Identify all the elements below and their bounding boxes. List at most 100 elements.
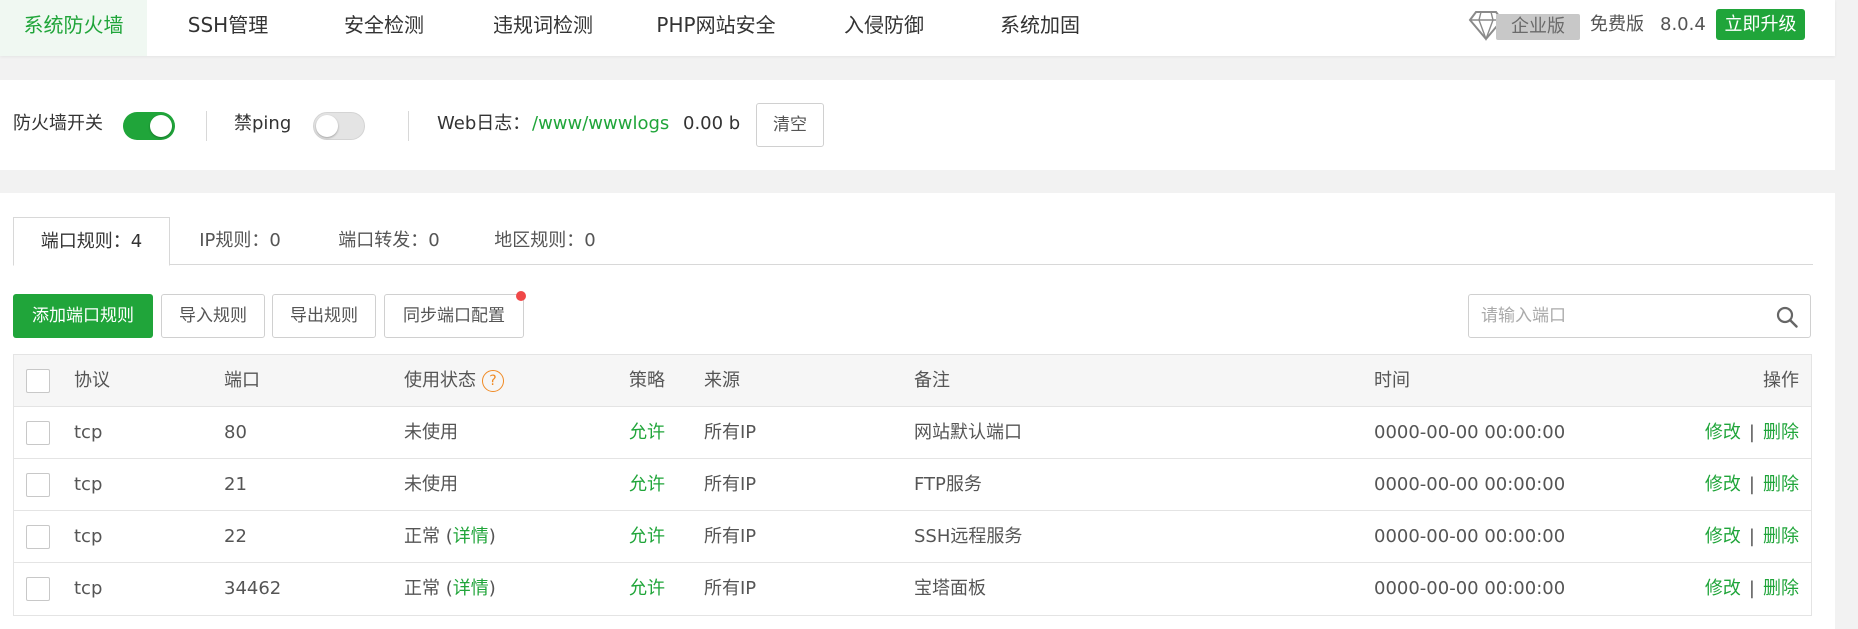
delete-link[interactable]: 删除 — [1763, 474, 1799, 495]
nav-tab-system-hardening[interactable]: 系统加固 — [994, 0, 1086, 56]
table-row: tcp 21 未使用 允许 所有IP FTP服务 0000-00-00 00:0… — [14, 459, 1811, 511]
port-search-input[interactable] — [1469, 295, 1759, 337]
cell-port: 21 — [224, 474, 247, 495]
cell-protocol: tcp — [74, 422, 103, 443]
col-status: 使用状态? — [404, 355, 504, 407]
port-search — [1468, 294, 1811, 338]
firewall-switch-label: 防火墙开关 — [13, 113, 103, 134]
cell-remark: 宝塔面板 — [914, 578, 986, 599]
table-row: tcp 34462 正常 (详情) 允许 所有IP 宝塔面板 0000-00-0… — [14, 563, 1811, 615]
cell-status: 正常 (详情) — [404, 511, 496, 563]
export-rules-button[interactable]: 导出规则 — [272, 294, 376, 338]
weblog-size: 0.00 b — [683, 113, 741, 134]
divider — [408, 111, 409, 141]
free-edition-label: 免费版 — [1590, 14, 1644, 35]
table-body: tcp 80 未使用 允许 所有IP 网站默认端口 0000-00-00 00:… — [14, 407, 1811, 615]
cell-source: 所有IP — [704, 422, 757, 443]
enterprise-label: 企业版 — [1496, 14, 1580, 40]
tab-region-rules[interactable]: 地区规则：0 — [485, 217, 605, 265]
ops-separator: | — [1748, 422, 1755, 443]
delete-link[interactable]: 删除 — [1763, 526, 1799, 547]
import-rules-button[interactable]: 导入规则 — [161, 294, 265, 338]
ping-toggle[interactable] — [313, 112, 365, 140]
help-icon[interactable]: ? — [482, 370, 504, 392]
cell-port: 80 — [224, 422, 247, 443]
firewall-toggle[interactable] — [123, 112, 175, 140]
delete-link[interactable]: 删除 — [1763, 422, 1799, 443]
nav-tab-banned-words[interactable]: 违规词检测 — [482, 0, 604, 56]
enterprise-badge[interactable]: 企业版 — [1468, 8, 1580, 42]
toggle-knob — [316, 115, 338, 137]
clear-log-button[interactable]: 清空 — [756, 103, 824, 147]
edit-link[interactable]: 修改 — [1705, 526, 1741, 547]
nav-tab-intrusion-defense[interactable]: 入侵防御 — [838, 0, 930, 56]
nav-tab-php-security[interactable]: PHP网站安全 — [650, 0, 782, 56]
status-text: 未使用 — [404, 474, 458, 495]
table-row: tcp 80 未使用 允许 所有IP 网站默认端口 0000-00-00 00:… — [14, 407, 1811, 459]
row-checkbox[interactable] — [26, 421, 50, 445]
detail-close: ) — [488, 578, 496, 599]
tab-port-forward[interactable]: 端口转发：0 — [329, 217, 449, 265]
nav-tab-system-firewall[interactable]: 系统防火墙 — [0, 0, 147, 56]
divider — [206, 111, 207, 141]
detail-link[interactable]: 详情 — [453, 578, 489, 599]
ops-separator: | — [1748, 526, 1755, 547]
status-text: 正常 ( — [404, 526, 453, 547]
cell-ops: 修改 | 删除 — [1705, 407, 1799, 459]
cell-source: 所有IP — [704, 578, 757, 599]
cell-port: 34462 — [224, 578, 282, 599]
row-checkbox[interactable] — [26, 525, 50, 549]
delete-link[interactable]: 删除 — [1763, 578, 1799, 599]
port-rules-table: 协议 端口 使用状态? 策略 来源 备注 时间 操作 tcp 80 未使用 允许… — [13, 354, 1812, 616]
top-navigation: 系统防火墙 SSH管理 安全检测 违规词检测 PHP网站安全 入侵防御 系统加固… — [0, 0, 1835, 56]
cell-remark: 网站默认端口 — [914, 422, 1022, 443]
edit-link[interactable]: 修改 — [1705, 422, 1741, 443]
col-protocol: 协议 — [74, 370, 110, 391]
cell-remark: FTP服务 — [914, 474, 982, 495]
cell-remark: SSH远程服务 — [914, 526, 1023, 547]
cell-policy: 允许 — [629, 474, 665, 495]
upgrade-button[interactable]: 立即升级 — [1716, 9, 1805, 40]
cell-source: 所有IP — [704, 526, 757, 547]
ping-label: 禁ping — [234, 113, 292, 134]
weblog-label: Web日志： — [437, 113, 531, 134]
col-policy: 策略 — [629, 370, 665, 391]
sync-port-config-button[interactable]: 同步端口配置 — [384, 294, 524, 338]
status-text: 未使用 — [404, 422, 458, 443]
cell-time: 0000-00-00 00:00:00 — [1374, 578, 1566, 599]
col-remark: 备注 — [914, 370, 950, 391]
cell-time: 0000-00-00 00:00:00 — [1374, 474, 1566, 495]
version-number: 8.0.4 — [1660, 14, 1706, 35]
row-checkbox[interactable] — [26, 577, 50, 601]
col-status-label: 使用状态 — [404, 370, 476, 391]
cell-protocol: tcp — [74, 474, 103, 495]
weblog-path-link[interactable]: /www/wwwlogs — [532, 112, 669, 136]
row-checkbox[interactable] — [26, 473, 50, 497]
cell-policy: 允许 — [629, 578, 665, 599]
table-row: tcp 22 正常 (详情) 允许 所有IP SSH远程服务 0000-00-0… — [14, 511, 1811, 563]
cell-protocol: tcp — [74, 578, 103, 599]
nav-tab-ssh[interactable]: SSH管理 — [172, 0, 284, 56]
add-port-rule-button[interactable]: 添加端口规则 — [13, 294, 153, 338]
edit-link[interactable]: 修改 — [1705, 578, 1741, 599]
search-icon[interactable] — [1776, 306, 1798, 333]
cell-ops: 修改 | 删除 — [1705, 563, 1799, 615]
cell-protocol: tcp — [74, 526, 103, 547]
tab-ip-rules[interactable]: IP规则：0 — [185, 217, 295, 265]
cell-policy: 允许 — [629, 422, 665, 443]
col-ops: 操作 — [1763, 370, 1799, 391]
select-all-checkbox[interactable] — [26, 369, 50, 393]
ops-separator: | — [1748, 474, 1755, 495]
col-port: 端口 — [224, 370, 260, 391]
cell-status: 未使用 — [404, 459, 458, 511]
nav-tab-security-check[interactable]: 安全检测 — [330, 0, 438, 56]
detail-link[interactable]: 详情 — [453, 526, 489, 547]
cell-ops: 修改 | 删除 — [1705, 511, 1799, 563]
tab-port-rules[interactable]: 端口规则：4 — [13, 217, 170, 266]
notification-dot — [516, 291, 526, 301]
cell-time: 0000-00-00 00:00:00 — [1374, 526, 1566, 547]
ops-separator: | — [1748, 578, 1755, 599]
cell-port: 22 — [224, 526, 247, 547]
cell-policy: 允许 — [629, 526, 665, 547]
edit-link[interactable]: 修改 — [1705, 474, 1741, 495]
